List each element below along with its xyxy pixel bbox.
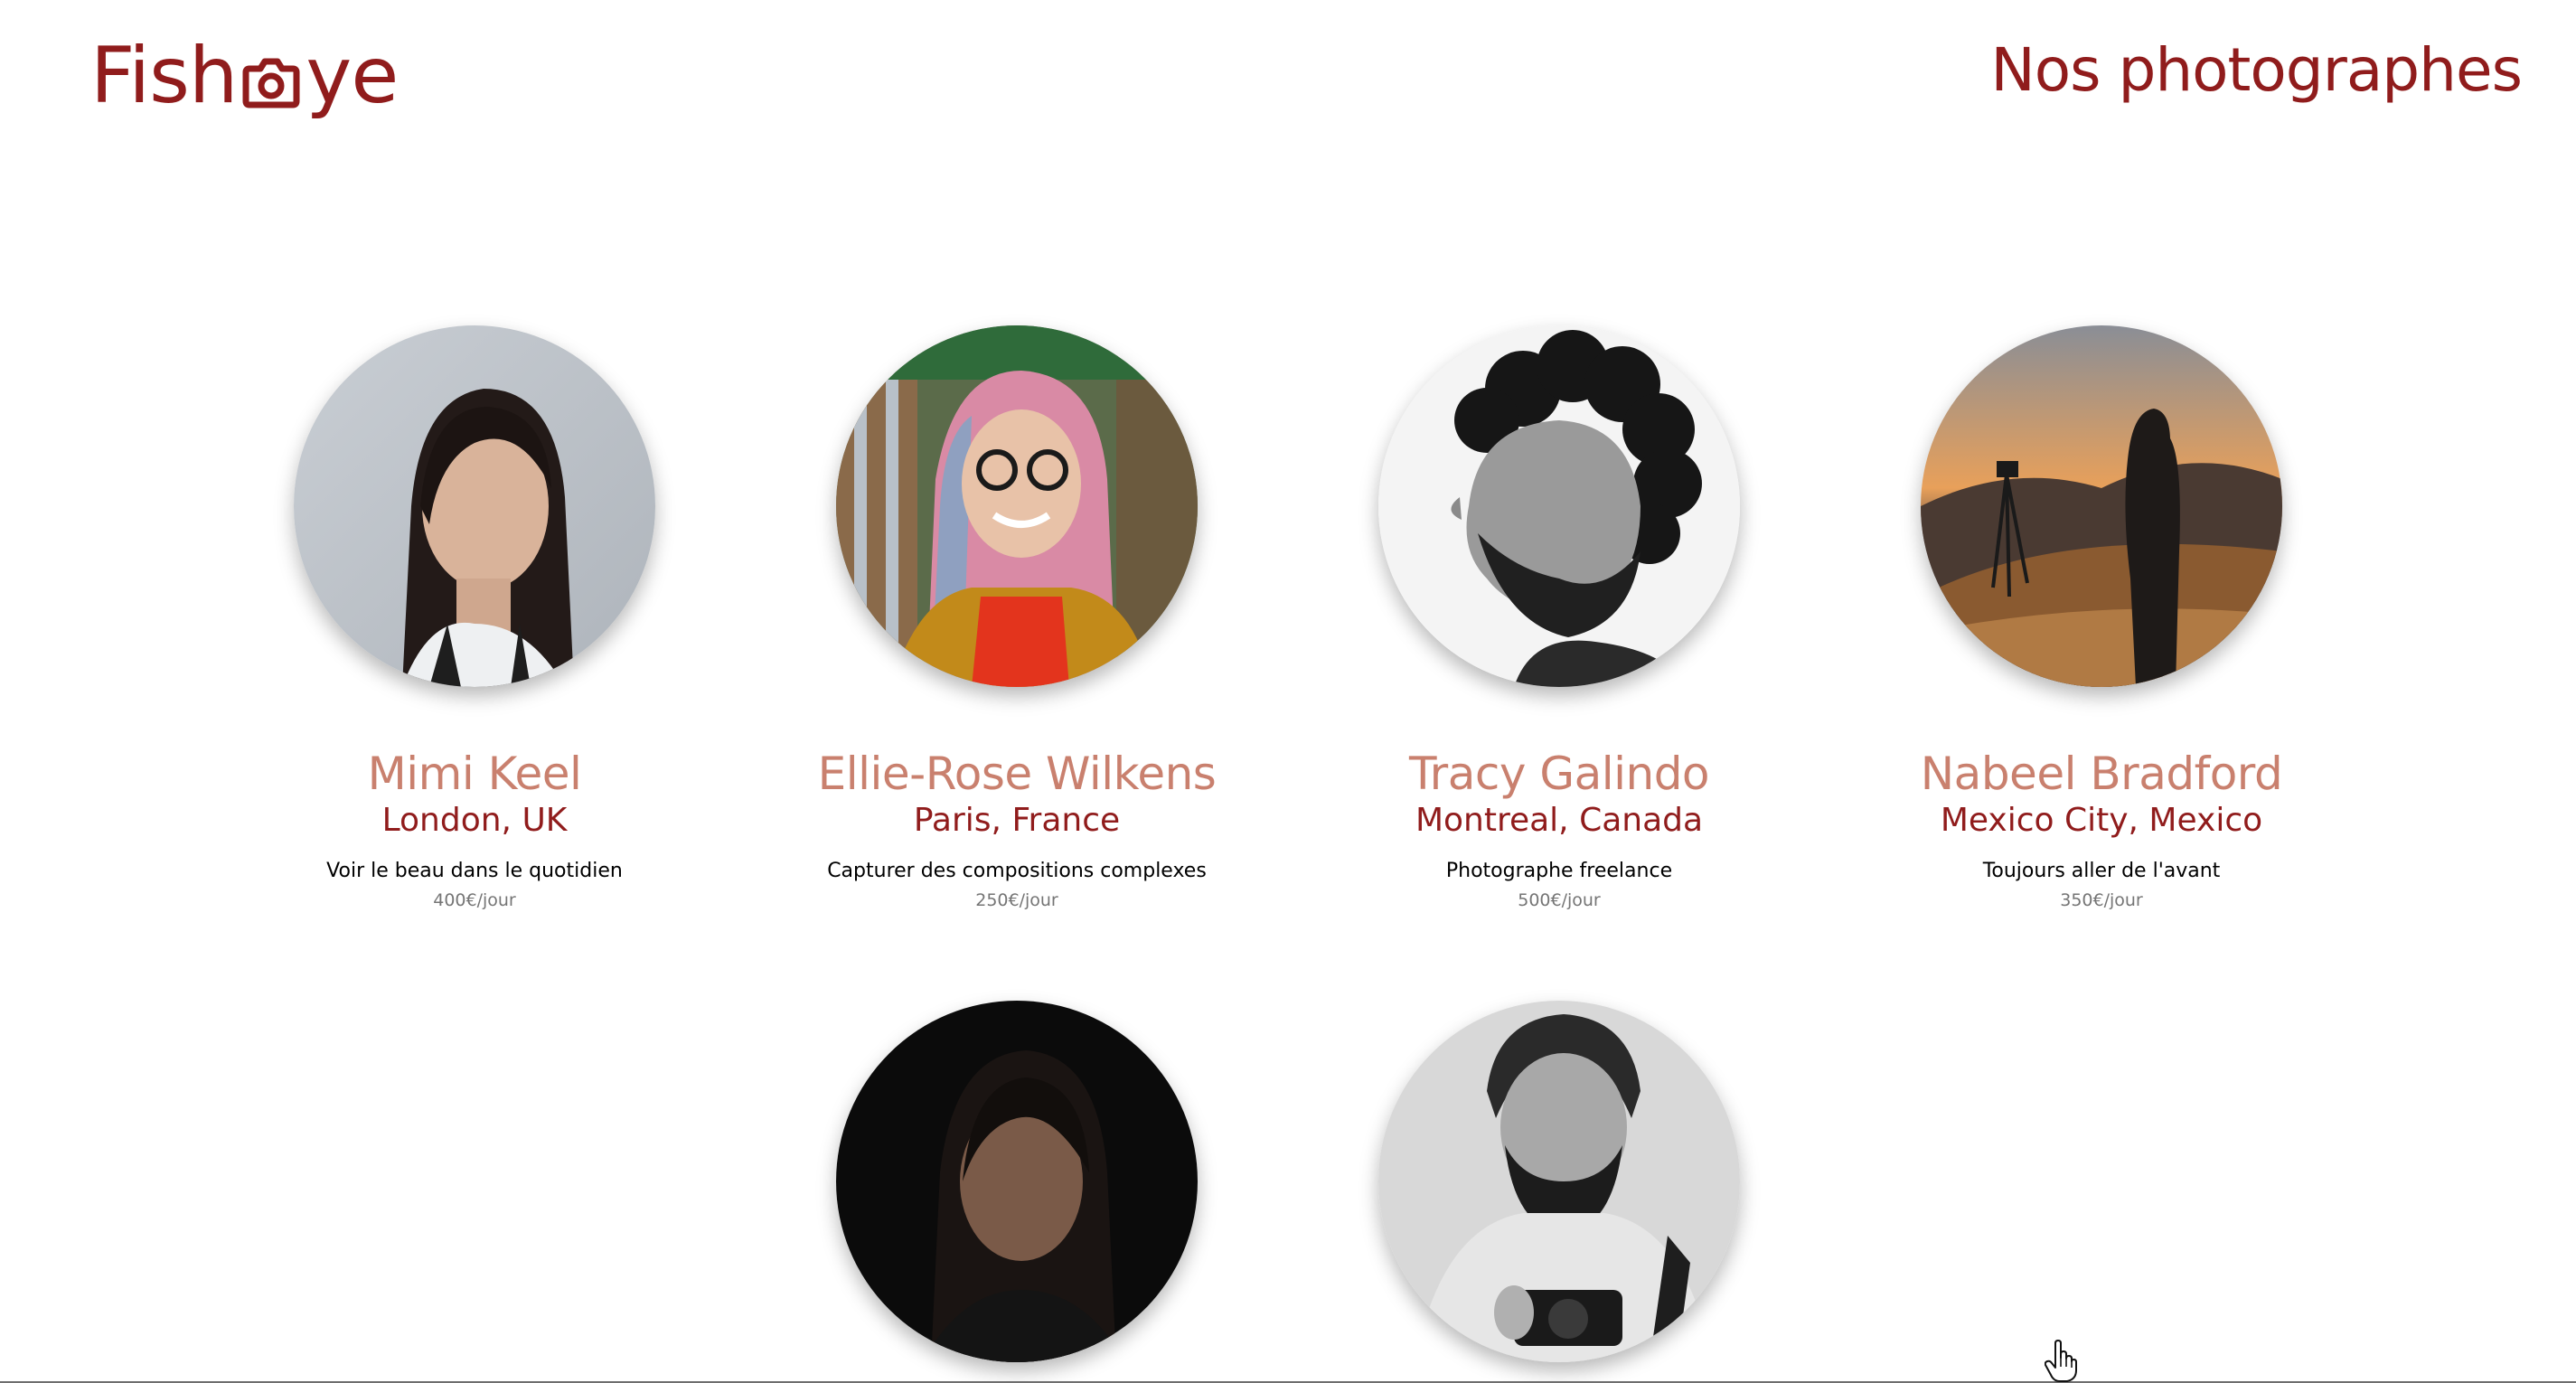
photographer-location: Mexico City, Mexico <box>1940 802 2263 839</box>
portrait-photo[interactable] <box>836 325 1198 687</box>
photographer-location: Paris, France <box>913 802 1121 839</box>
hand-pointer-icon <box>2045 1340 2077 1382</box>
photographer-tagline: Photographe freelance <box>1445 860 1673 882</box>
photographers-grid: Mimi Keel London, UK Voir le beau dans l… <box>0 0 2576 1383</box>
photographer-name: Mimi Keel <box>367 748 582 800</box>
page: Fish ye Nos photographes Mimi Keel Londo… <box>0 0 2576 1383</box>
photographer-location: London, UK <box>381 802 568 839</box>
photographer-card-tracy-galindo[interactable]: Tracy Galindo Montreal, Canada Photograp… <box>1306 325 1812 915</box>
photographer-tagline: Toujours aller de l'avant <box>1982 860 2221 882</box>
photographer-card-nabeel-bradford[interactable]: Nabeel Bradford Mexico City, Mexico Touj… <box>1848 325 2355 915</box>
photographer-tagline: Capturer des compositions complexes <box>827 860 1207 882</box>
photographer-card[interactable] <box>1306 1001 1812 1362</box>
photographer-price: 400€/jour <box>433 890 516 910</box>
photographer-price: 500€/jour <box>1518 890 1601 910</box>
photographer-price: 250€/jour <box>975 890 1058 910</box>
photographer-card-ellie-rose-wilkens[interactable]: Ellie-Rose Wilkens Paris, France Capture… <box>764 325 1270 915</box>
portrait-photo[interactable] <box>836 1001 1198 1362</box>
photographer-name: Ellie-Rose Wilkens <box>817 748 1217 800</box>
photographer-name: Tracy Galindo <box>1408 748 1710 800</box>
photographer-name: Nabeel Bradford <box>1920 748 2283 800</box>
photographer-price: 350€/jour <box>2060 890 2143 910</box>
photographer-tagline: Voir le beau dans le quotidien <box>326 860 623 882</box>
photographer-location: Montreal, Canada <box>1415 802 1704 839</box>
portrait-photo[interactable] <box>1378 325 1740 687</box>
photographer-card[interactable] <box>764 1001 1270 1362</box>
photographer-card-mimi-keel[interactable]: Mimi Keel London, UK Voir le beau dans l… <box>221 325 728 915</box>
portrait-photo[interactable] <box>1921 325 2282 687</box>
portrait-photo[interactable] <box>294 325 655 687</box>
portrait-photo[interactable] <box>1378 1001 1740 1362</box>
